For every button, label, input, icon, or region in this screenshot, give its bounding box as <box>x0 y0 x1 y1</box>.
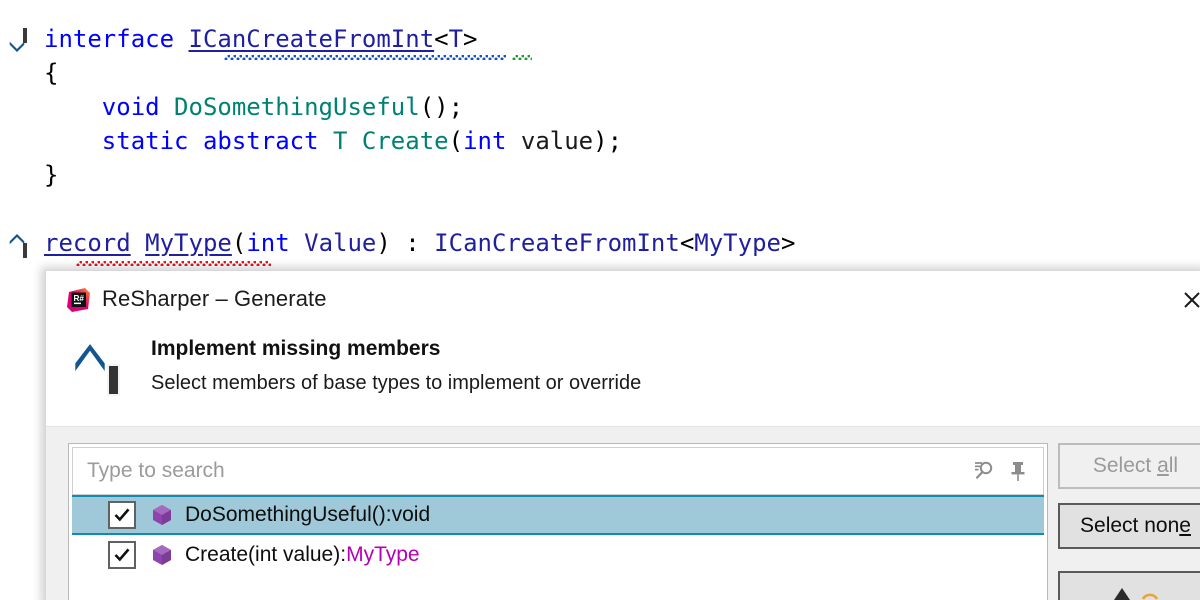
method-cube-icon <box>150 503 174 527</box>
code-token: (); <box>420 93 463 121</box>
line-create: static abstract T Create(int value); <box>44 124 795 158</box>
close-icon[interactable] <box>1169 283 1200 317</box>
header-subtitle: Select members of base types to implemen… <box>151 372 641 395</box>
code-token: Create <box>362 127 449 155</box>
code-token: > <box>781 229 795 257</box>
member-row[interactable]: DoSomethingUseful():void <box>72 495 1044 535</box>
member-label: DoSomethingUseful():void <box>185 503 430 527</box>
method-cube-icon <box>150 543 174 567</box>
member-label: Create(int value):MyType <box>185 543 420 567</box>
line-close-brace: } <box>44 158 795 192</box>
code-token: ( <box>449 127 463 155</box>
implement-members-chevron-icon <box>68 337 124 397</box>
code-token <box>506 127 520 155</box>
dialog-body: DoSomethingUseful():void Create(int value… <box>46 427 1200 600</box>
sort-order-content <box>1060 573 1200 600</box>
code-token <box>347 127 361 155</box>
select-none-label: Select none <box>1080 514 1191 537</box>
check-icon <box>113 546 131 564</box>
gutter-marker-bar-2 <box>23 243 27 258</box>
line-blank <box>44 192 795 226</box>
triangle-up-icon <box>1112 586 1132 600</box>
sort-arc-icon <box>1140 586 1160 600</box>
code-token: record <box>44 229 131 257</box>
squiggle-info-interface-name <box>224 55 506 60</box>
code-token: < <box>434 25 448 53</box>
dialog-title: ReSharper – Generate <box>102 286 327 312</box>
code-token: } <box>44 161 58 189</box>
member-checkbox[interactable] <box>108 541 136 569</box>
select-all-label: Select all <box>1093 454 1178 477</box>
code-token: Value <box>304 229 376 257</box>
code-token: ); <box>593 127 622 155</box>
code-token: value <box>521 127 593 155</box>
code-token <box>290 229 304 257</box>
editor-gutter <box>0 0 44 600</box>
code-token <box>160 93 174 121</box>
code-token: > <box>463 25 477 53</box>
resharper-logo-icon: R# <box>66 287 92 313</box>
member-list[interactable]: DoSomethingUseful():void Create(int value… <box>72 495 1044 600</box>
dialog-header: Implement missing members Select members… <box>46 329 1200 427</box>
search-filter-icon[interactable] <box>967 454 1001 488</box>
code-token <box>44 93 102 121</box>
resharper-generate-dialog: R# ReSharper – Generate Implement missin… <box>45 270 1200 600</box>
check-icon <box>113 506 131 524</box>
svg-text:R#: R# <box>73 294 84 303</box>
code-token: DoSomethingUseful <box>174 93 420 121</box>
screen-root: interface ICanCreateFromInt<T>{ void DoS… <box>0 0 1200 600</box>
gutter-marker-bar-1 <box>23 28 27 43</box>
code-token: int <box>463 127 506 155</box>
line-record: record MyType(int Value) : ICanCreateFro… <box>44 226 795 260</box>
code-token: void <box>102 93 160 121</box>
member-signature: DoSomethingUseful(): <box>185 503 392 526</box>
search-input[interactable] <box>73 458 967 484</box>
code-token: ICanCreateFromInt <box>189 25 435 53</box>
pin-icon[interactable] <box>1001 454 1035 488</box>
squiggle-warning-type-param <box>512 55 532 60</box>
code-token: MyType <box>145 229 232 257</box>
member-return-type: MyType <box>346 543 420 566</box>
code-token <box>44 195 58 223</box>
code-token <box>131 229 145 257</box>
dialog-titlebar: R# ReSharper – Generate <box>46 271 1200 329</box>
member-return-type: void <box>392 503 431 526</box>
members-panel: DoSomethingUseful():void Create(int value… <box>68 443 1048 600</box>
squiggle-error-record-name <box>76 261 271 266</box>
select-all-button[interactable]: Select all <box>1058 443 1200 489</box>
code-token: static abstract <box>102 127 319 155</box>
code-token: ICanCreateFromInt <box>434 229 680 257</box>
select-none-button[interactable]: Select none <box>1058 503 1200 549</box>
code-token: ) : <box>376 229 434 257</box>
line-dosomethinguseful: void DoSomethingUseful(); <box>44 90 795 124</box>
member-checkbox[interactable] <box>108 501 136 529</box>
member-row[interactable]: Create(int value):MyType <box>72 535 1044 575</box>
sort-order-button[interactable] <box>1058 571 1200 600</box>
search-row <box>72 447 1044 495</box>
code-token: ( <box>232 229 246 257</box>
member-signature: Create(int value): <box>185 543 346 566</box>
code-token <box>44 127 102 155</box>
code-token <box>174 25 188 53</box>
header-title: Implement missing members <box>151 337 440 361</box>
code-token <box>319 127 333 155</box>
code-token: T <box>333 127 347 155</box>
code-token: T <box>449 25 463 53</box>
code-token: < <box>680 229 694 257</box>
code-token: { <box>44 59 58 87</box>
code-token: int <box>246 229 289 257</box>
code-token: MyType <box>694 229 781 257</box>
dialog-buttons: Select all Select none <box>1058 443 1200 600</box>
line-interface: interface ICanCreateFromInt<T> <box>44 22 795 56</box>
code-token: interface <box>44 25 174 53</box>
line-open-brace: { <box>44 56 795 90</box>
